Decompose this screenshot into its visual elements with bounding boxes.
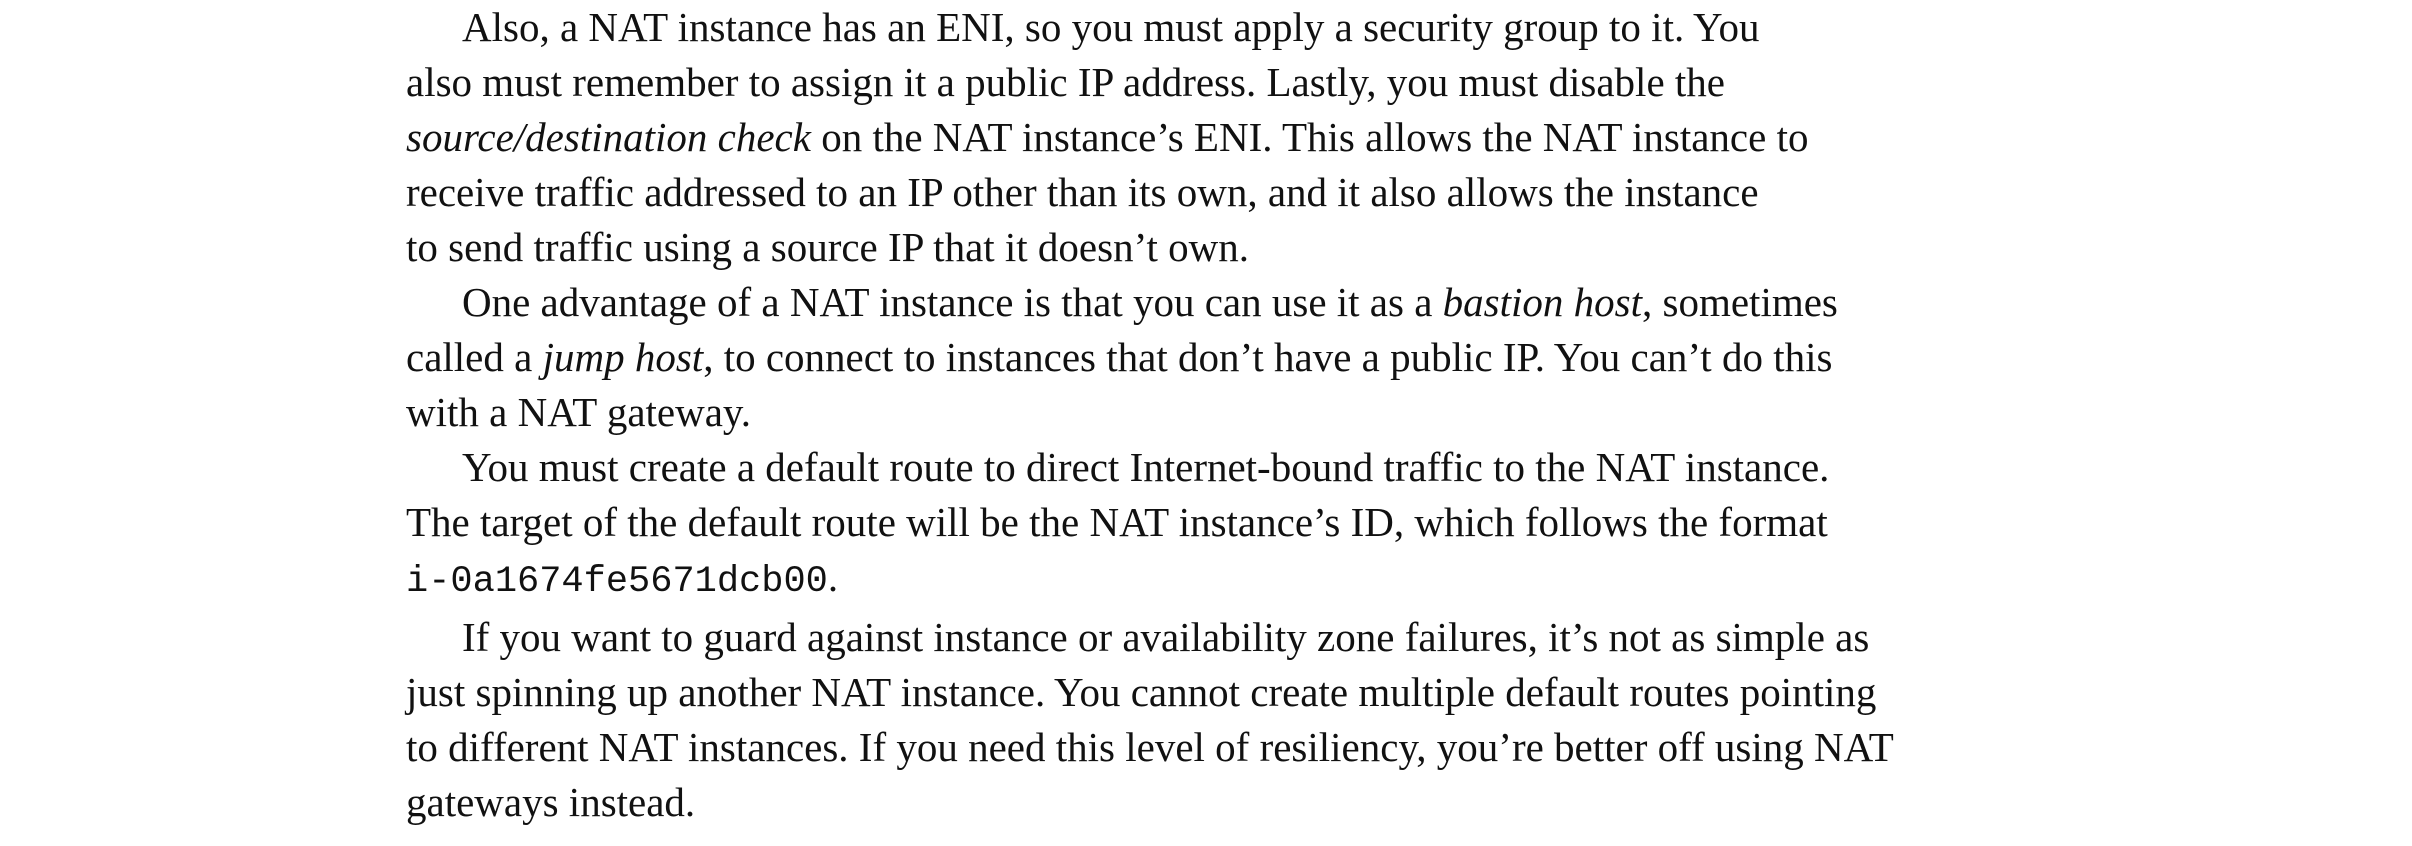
paragraph: You must create a default route to direc… xyxy=(350,440,2110,610)
text-line: gateways instead. xyxy=(350,775,2110,830)
text-run: with a NAT gateway. xyxy=(406,389,751,435)
text-run: The target of the default route will be … xyxy=(406,499,1828,545)
text-line: with a NAT gateway. xyxy=(350,385,2110,440)
text-line: Also, a NAT instance has an ENI, so you … xyxy=(406,0,2110,55)
text-line: to different NAT instances. If you need … xyxy=(350,720,2110,775)
text-run: on the NAT instance’s ENI. This allows t… xyxy=(810,114,1809,160)
text-run: to send traffic using a source IP that i… xyxy=(406,224,1250,270)
text-run: , to connect to instances that don’t hav… xyxy=(703,334,1833,380)
text-run: receive traffic addressed to an IP other… xyxy=(406,169,1759,215)
text-run: also must remember to assign it a public… xyxy=(406,59,1725,105)
text-line: i-0a1674fe5671dcb00. xyxy=(350,550,2110,610)
text-line: also must remember to assign it a public… xyxy=(350,55,2110,110)
text-line: One advantage of a NAT instance is that … xyxy=(406,275,2110,330)
text-line: receive traffic addressed to an IP other… xyxy=(350,165,2110,220)
emphasis-text: bastion host xyxy=(1442,279,1643,325)
text-run: Also, a NAT instance has an ENI, so you … xyxy=(462,4,1760,50)
text-line: just spinning up another NAT instance. Y… xyxy=(350,665,2110,720)
inline-code: i-0a1674fe5671dcb00 xyxy=(406,561,828,603)
paragraph: Also, a NAT instance has an ENI, so you … xyxy=(350,0,2110,275)
text-run: to different NAT instances. If you need … xyxy=(406,724,1894,770)
text-run: called a xyxy=(406,334,543,380)
document-page: Also, a NAT instance has an ENI, so you … xyxy=(0,0,2412,846)
emphasis-text: source/destination check xyxy=(406,114,811,160)
text-line: If you want to guard against instance or… xyxy=(406,610,2110,665)
text-run: , sometimes xyxy=(1642,279,1838,325)
text-run: . xyxy=(827,554,839,600)
paragraph: If you want to guard against instance or… xyxy=(350,610,2110,830)
text-line: called a jump host, to connect to instan… xyxy=(350,330,2110,385)
paragraph: One advantage of a NAT instance is that … xyxy=(350,275,2110,440)
text-run: gateways instead. xyxy=(406,779,696,825)
document-body: Also, a NAT instance has an ENI, so you … xyxy=(350,0,2110,830)
text-run: If you want to guard against instance or… xyxy=(462,614,1870,660)
text-run: You must create a default route to direc… xyxy=(462,444,1830,490)
text-line: The target of the default route will be … xyxy=(350,495,2110,550)
text-run: One advantage of a NAT instance is that … xyxy=(462,279,1443,325)
text-line: source/destination check on the NAT inst… xyxy=(350,110,2110,165)
text-line: You must create a default route to direc… xyxy=(406,440,2110,495)
emphasis-text: jump host xyxy=(542,334,704,380)
text-line: to send traffic using a source IP that i… xyxy=(350,220,2110,275)
text-run: just spinning up another NAT instance. Y… xyxy=(406,669,1877,715)
